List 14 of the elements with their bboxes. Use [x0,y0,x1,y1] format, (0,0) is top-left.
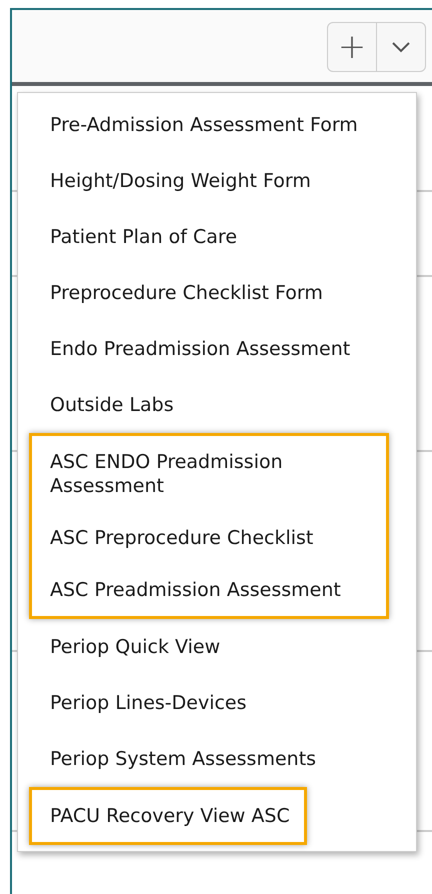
menu-item[interactable]: Periop System Assessments [18,731,416,787]
menu-item[interactable]: Periop Quick View [18,619,416,675]
chevron-down-icon [391,41,411,53]
menu-item[interactable]: Preprocedure Checklist Form [18,265,416,321]
menu-item[interactable]: Periop Lines-Devices [18,675,416,731]
menu-item[interactable]: Height/Dosing Weight Form [18,153,416,209]
menu-item[interactable]: PACU Recovery View ASC [32,790,290,842]
menu-item[interactable]: ASC ENDO Preadmission Assessment [32,436,372,512]
menu-item[interactable]: ASC Preadmission Assessment [32,564,372,616]
menu-item[interactable]: Pre-Admission Assessment Form [18,97,416,153]
menu-item[interactable]: Patient Plan of Care [18,209,416,265]
menu-item[interactable]: Endo Preadmission Assessment [18,321,416,377]
menu-item[interactable]: ASC Preprocedure Checklist [32,512,372,564]
menu-item[interactable]: Outside Labs [18,377,416,433]
